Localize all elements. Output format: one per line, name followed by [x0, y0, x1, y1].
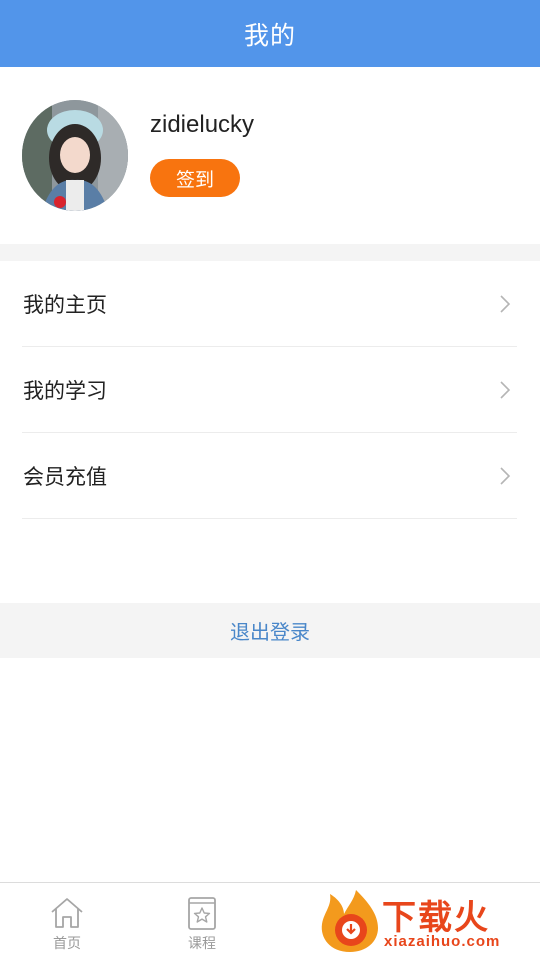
username: zidielucky: [150, 111, 255, 138]
tab-courses[interactable]: 课程: [167, 893, 237, 953]
page-title: 我的: [243, 20, 296, 50]
top-bar: 我的: [0, 0, 540, 67]
menu-item-homepage[interactable]: 我的主页: [0, 261, 540, 347]
tab-label: 首页: [53, 936, 81, 952]
chevron-right-icon: [500, 467, 511, 485]
watermark: 下载火 xiazaihuo.com: [318, 888, 540, 956]
profile-section: zidielucky 签到: [0, 67, 540, 244]
menu-item-label: 我的学习: [23, 379, 107, 403]
signin-button[interactable]: 签到: [150, 159, 240, 197]
tab-label: 课程: [188, 936, 216, 952]
logout-label: 退出登录: [230, 620, 310, 644]
chevron-right-icon: [500, 295, 511, 313]
chevron-right-icon: [500, 381, 511, 399]
menu-item-membership-recharge[interactable]: 会员充值: [0, 433, 540, 519]
divider: [22, 518, 517, 519]
section-divider: [0, 244, 540, 261]
menu-item-label: 会员充值: [23, 465, 107, 489]
home-icon: [51, 898, 83, 928]
tab-home[interactable]: 首页: [32, 893, 102, 953]
avatar[interactable]: [22, 100, 128, 211]
watermark-brand: 下载火: [382, 898, 490, 938]
flame-logo-icon: [321, 890, 378, 952]
logout-button[interactable]: 退出登录: [0, 603, 540, 658]
book-star-icon: [188, 897, 216, 930]
watermark-url: xiazaihuo.com: [384, 933, 501, 950]
menu-item-my-learning[interactable]: 我的学习: [0, 347, 540, 433]
menu-list: 我的主页 我的学习 会员充值: [0, 261, 540, 519]
menu-item-label: 我的主页: [23, 293, 107, 317]
